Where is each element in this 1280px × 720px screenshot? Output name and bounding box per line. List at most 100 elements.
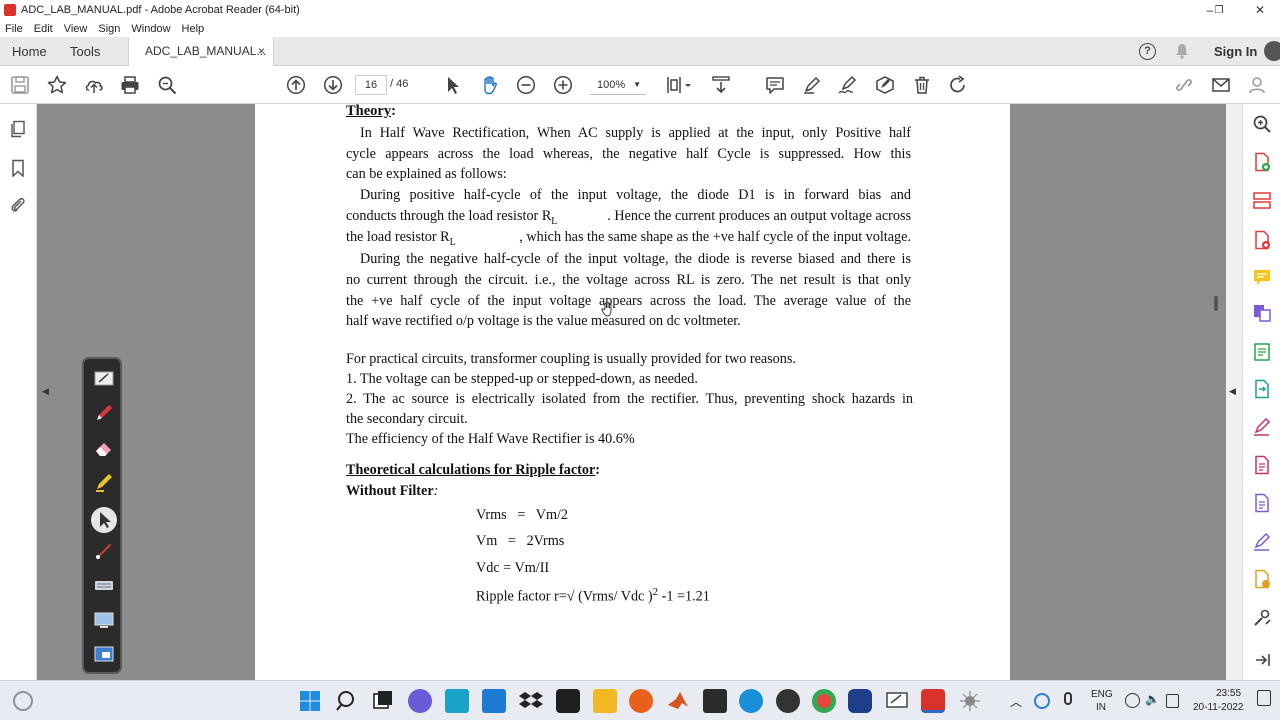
- screen-capture-icon[interactable]: [94, 610, 114, 630]
- keyboard-icon[interactable]: [94, 575, 114, 595]
- start-windows-icon[interactable]: [298, 689, 322, 713]
- teams-chat-icon[interactable]: [408, 689, 432, 713]
- print-icon[interactable]: [120, 75, 140, 95]
- restore-button[interactable]: ❐: [1199, 0, 1239, 20]
- more-tools-icon[interactable]: [1252, 608, 1272, 628]
- collapse-left-pane-icon[interactable]: ◀: [42, 386, 49, 397]
- save-icon[interactable]: [10, 75, 30, 95]
- share-user-icon[interactable]: [1248, 75, 1268, 95]
- webex-icon[interactable]: [848, 689, 872, 713]
- zoom-in-icon[interactable]: [553, 75, 573, 95]
- combine-files-icon[interactable]: [1252, 303, 1272, 323]
- tab-tools[interactable]: Tools: [70, 37, 100, 66]
- menu-edit[interactable]: Edit: [34, 23, 53, 35]
- scan-ocr-icon[interactable]: [1252, 342, 1272, 362]
- battery-icon[interactable]: [1166, 694, 1179, 708]
- page-number-input[interactable]: 16: [355, 75, 387, 95]
- file-explorer-icon[interactable]: [593, 689, 617, 713]
- close-window-button[interactable]: ✕: [1240, 0, 1280, 20]
- red-pen-icon[interactable]: [94, 403, 114, 423]
- email-icon[interactable]: [1211, 75, 1231, 95]
- close-tab-icon[interactable]: ×: [258, 37, 265, 66]
- whiteboard-app-icon[interactable]: [885, 689, 909, 713]
- zoom-out-icon[interactable]: [516, 75, 536, 95]
- trash-icon[interactable]: [912, 75, 932, 95]
- tab-document[interactable]: ADC_LAB_MANUAL... ×: [128, 37, 274, 66]
- desktop-app-icon[interactable]: [445, 689, 469, 713]
- zoom-search-icon[interactable]: [1252, 114, 1272, 134]
- widgets-icon[interactable]: [13, 691, 33, 711]
- notification-icon[interactable]: [1257, 690, 1271, 706]
- hand-tool-icon[interactable]: [480, 75, 500, 95]
- whiteboard-icon[interactable]: [94, 369, 114, 389]
- search-icon[interactable]: [157, 75, 177, 95]
- language-eng[interactable]: ENG: [1091, 689, 1113, 700]
- menu-window[interactable]: Window: [131, 23, 170, 35]
- collapse-right-pane-icon[interactable]: ◀: [1229, 386, 1236, 397]
- convert-icon[interactable]: [1252, 379, 1272, 399]
- sync-icon[interactable]: [1034, 693, 1050, 709]
- highlight-pen-icon[interactable]: [802, 75, 822, 95]
- bluetooth-device-icon[interactable]: [958, 689, 982, 713]
- clock-date[interactable]: 20-11-2022: [1193, 702, 1243, 713]
- microphone-icon[interactable]: [1064, 692, 1072, 705]
- taskbar-search-icon[interactable]: [335, 689, 359, 713]
- firefox-icon[interactable]: [629, 689, 653, 713]
- tray-overflow-icon[interactable]: ︿: [1010, 693, 1022, 710]
- menu-sign[interactable]: Sign: [98, 23, 120, 35]
- upload-cloud-icon[interactable]: [84, 75, 104, 95]
- matlab-icon[interactable]: [666, 689, 690, 713]
- organize-pages-icon[interactable]: [1252, 191, 1272, 211]
- menu-file[interactable]: File: [5, 23, 23, 35]
- tab-home[interactable]: Home: [12, 37, 47, 66]
- help-icon[interactable]: ?: [1139, 43, 1156, 60]
- acrobat-taskbar-icon[interactable]: [921, 689, 945, 713]
- scroll-mode-icon[interactable]: [711, 75, 731, 95]
- send-review-icon[interactable]: [1252, 569, 1272, 589]
- rotate-icon[interactable]: [948, 75, 968, 95]
- window-switch-icon[interactable]: [94, 644, 114, 664]
- clock-time[interactable]: 23:55: [1216, 688, 1241, 699]
- network-globe-icon[interactable]: [1125, 693, 1140, 708]
- menu-help[interactable]: Help: [182, 23, 205, 35]
- highlighter-icon[interactable]: [94, 472, 114, 492]
- pointer-cursor-icon[interactable]: [91, 507, 117, 533]
- mail-app-icon[interactable]: [482, 689, 506, 713]
- avatar[interactable]: [1264, 41, 1280, 61]
- link-icon[interactable]: [1174, 75, 1194, 95]
- page-fit-icon[interactable]: [666, 75, 694, 95]
- edit-pdf-icon[interactable]: [1252, 455, 1272, 475]
- attachment-icon[interactable]: [9, 196, 27, 214]
- clapper-app-icon[interactable]: [703, 689, 727, 713]
- volume-icon[interactable]: 🔈: [1145, 692, 1160, 706]
- zoom-level-select[interactable]: 100% ▼: [590, 75, 646, 95]
- bell-icon[interactable]: [1175, 43, 1189, 59]
- expand-panel-icon[interactable]: [1252, 650, 1272, 670]
- task-view-icon[interactable]: [371, 689, 395, 713]
- chrome-icon[interactable]: [812, 689, 836, 713]
- page-thumbnails-icon[interactable]: [9, 120, 27, 138]
- edge-browser-icon[interactable]: [739, 689, 763, 713]
- brush-icon[interactable]: [94, 541, 114, 561]
- request-signature-icon[interactable]: [1252, 532, 1272, 552]
- previous-page-icon[interactable]: [286, 75, 306, 95]
- next-page-icon[interactable]: [323, 75, 343, 95]
- comment-tool-icon[interactable]: [1252, 267, 1272, 287]
- fill-sign-icon[interactable]: [1252, 417, 1272, 437]
- export-pdf-icon[interactable]: [1252, 230, 1272, 250]
- scrollbar-thumb[interactable]: [1214, 296, 1218, 311]
- language-in[interactable]: IN: [1096, 702, 1106, 713]
- bookmark-icon[interactable]: [9, 159, 27, 178]
- edit-stamp-icon[interactable]: [875, 75, 895, 95]
- select-cursor-icon[interactable]: [443, 75, 463, 95]
- draw-signature-icon[interactable]: [838, 75, 858, 95]
- obs-app-icon[interactable]: [776, 689, 800, 713]
- sign-in-link[interactable]: Sign In: [1214, 44, 1257, 59]
- eraser-icon[interactable]: [94, 438, 114, 458]
- dropbox-icon[interactable]: [519, 689, 543, 713]
- menu-view[interactable]: View: [64, 23, 88, 35]
- comment-icon[interactable]: [765, 75, 785, 95]
- create-pdf-icon[interactable]: [1252, 152, 1272, 172]
- protect-icon[interactable]: [1252, 493, 1272, 513]
- notion-app-icon[interactable]: [556, 689, 580, 713]
